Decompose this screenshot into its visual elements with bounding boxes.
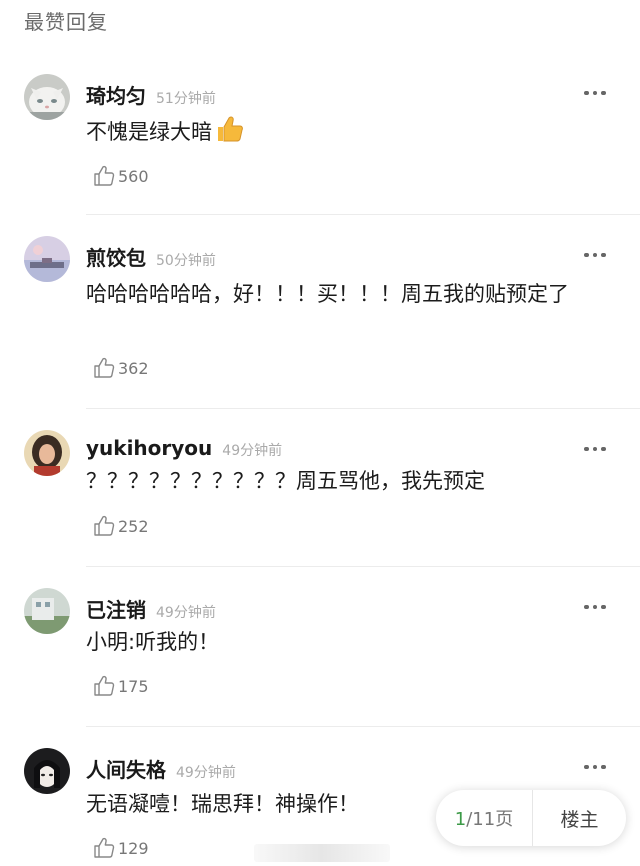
divider: [86, 214, 640, 215]
like-button[interactable]: 252: [92, 514, 149, 538]
comment-time: 49分钟前: [156, 605, 216, 621]
divider: [86, 566, 640, 567]
like-count: 175: [118, 676, 149, 696]
divider: [86, 726, 640, 727]
thumbs-up-icon: [214, 115, 244, 154]
comment-time: 51分钟前: [156, 91, 216, 107]
like-count: 362: [118, 358, 149, 378]
username-text[interactable]: 人间失格: [86, 758, 166, 782]
more-options-icon[interactable]: [584, 764, 606, 770]
like-count: 252: [118, 516, 149, 536]
only-owner-button[interactable]: 楼主: [533, 805, 626, 832]
comment-username[interactable]: 人间失格 49分钟前: [86, 754, 236, 783]
thumbs-up-outline-icon: [94, 357, 115, 378]
username-text[interactable]: 琦均匀: [86, 84, 146, 108]
like-button[interactable]: 175: [92, 674, 149, 698]
watermark: [254, 844, 390, 862]
comment-username[interactable]: yukihoryou 49分钟前: [86, 436, 282, 460]
username-text[interactable]: yukihoryou: [86, 436, 212, 460]
username-text[interactable]: 煎饺包: [86, 246, 146, 270]
comment-text: ？？？？？？？？？？周五骂他，我先预定: [86, 469, 485, 493]
section-title: 最赞回复: [24, 10, 108, 34]
building-avatar-image: [24, 588, 70, 634]
comment-username[interactable]: 已注销 49分钟前: [86, 594, 216, 623]
thumbs-up-outline-icon: [94, 675, 115, 696]
landscape-avatar-image: [24, 236, 70, 282]
more-options-icon[interactable]: [584, 446, 606, 452]
comment-text: 哈哈哈哈哈哈，好！！！买！！！周五我的贴预定了: [86, 282, 569, 306]
portrait-avatar-image: [24, 430, 70, 476]
more-options-icon[interactable]: [584, 604, 606, 610]
floating-pager: 1/11页 楼主: [436, 790, 626, 846]
anime-avatar-image: [24, 748, 70, 794]
avatar[interactable]: [24, 748, 70, 794]
comment-text-content: 不愧是绿大暗: [86, 120, 212, 144]
like-count: 129: [118, 838, 149, 858]
comment-time: 49分钟前: [176, 765, 236, 781]
comment-item: yukihoryou 49分钟前 ？？？？？？？？？？周五骂他，我先预定 252: [0, 430, 640, 564]
comment-username[interactable]: 琦均匀 51分钟前: [86, 80, 216, 109]
comment-item: 已注销 49分钟前 小明:听我的！ 175: [0, 588, 640, 722]
comment-item: 煎饺包 50分钟前 哈哈哈哈哈哈，好！！！买！！！周五我的贴预定了 362: [0, 236, 640, 406]
like-count: 560: [118, 166, 149, 186]
page-selector[interactable]: 1/11页: [436, 805, 532, 831]
like-button[interactable]: 129: [92, 836, 149, 860]
like-button[interactable]: 560: [92, 164, 149, 188]
divider: [86, 408, 640, 409]
avatar[interactable]: [24, 74, 70, 120]
cat-avatar-image: [24, 74, 70, 120]
thumbs-up-outline-icon: [94, 515, 115, 536]
comment-username[interactable]: 煎饺包 50分钟前: [86, 242, 216, 271]
more-options-icon[interactable]: [584, 90, 606, 96]
comment-time: 49分钟前: [222, 443, 283, 459]
comment-text: 不愧是绿大暗: [86, 114, 616, 154]
avatar[interactable]: [24, 430, 70, 476]
like-button[interactable]: 362: [92, 356, 149, 380]
thumbs-up-outline-icon: [94, 837, 115, 858]
avatar[interactable]: [24, 236, 70, 282]
username-text[interactable]: 已注销: [86, 598, 146, 622]
more-options-icon[interactable]: [584, 252, 606, 258]
comment-time: 50分钟前: [156, 253, 216, 269]
avatar[interactable]: [24, 588, 70, 634]
comment-item: 琦均匀 51分钟前 不愧是绿大暗 560: [0, 74, 640, 214]
comment-text: 小明:听我的！: [86, 630, 220, 654]
thumbs-up-outline-icon: [94, 165, 115, 186]
current-page: 1: [454, 809, 467, 830]
total-pages: /11页: [466, 809, 514, 830]
